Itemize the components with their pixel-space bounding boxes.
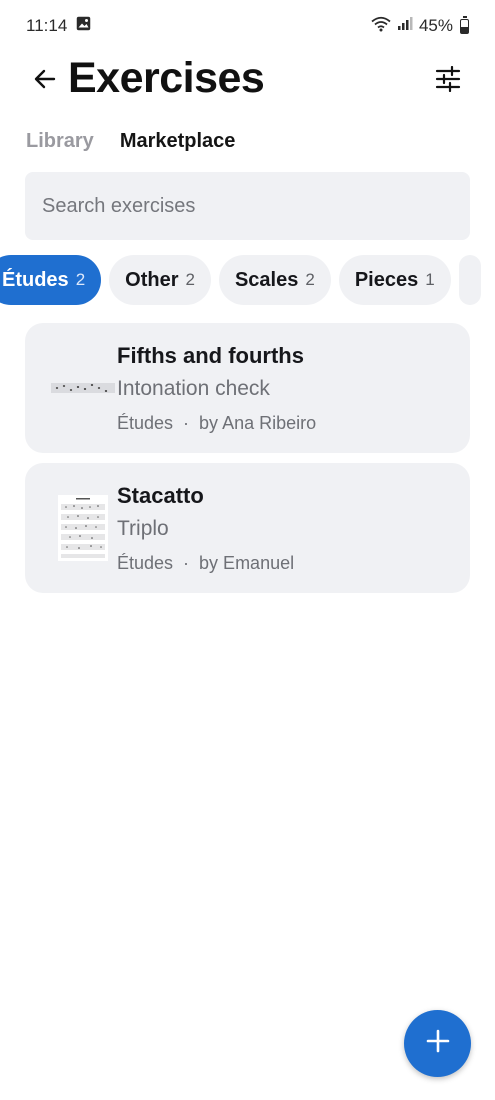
- exercise-category: Études: [117, 553, 174, 573]
- chips-track: Études 2 Other 2 Scales 2 Pieces 1: [0, 255, 481, 305]
- exercise-card[interactable]: Fifths and fourths Intonation check Étud…: [25, 323, 470, 453]
- app-header: Exercises: [0, 52, 495, 112]
- exercise-author: by Emanuel: [199, 553, 295, 573]
- search-input[interactable]: [42, 194, 453, 218]
- category-chips: Études 2 Other 2 Scales 2 Pieces 1: [0, 255, 495, 307]
- battery-icon: [460, 15, 469, 34]
- chip-label: Pieces: [354, 268, 419, 291]
- chip-label: Other: [125, 268, 179, 291]
- exercise-meta: Études · by Emanuel: [117, 553, 294, 574]
- chip-label: Études: [2, 268, 69, 291]
- exercise-card[interactable]: Stacatto Triplo Études · by Emanuel: [25, 463, 470, 593]
- chip-scales[interactable]: Scales 2: [218, 255, 331, 305]
- chip-etudes[interactable]: Études 2: [0, 255, 102, 305]
- search-box[interactable]: [25, 172, 470, 240]
- chip-pieces[interactable]: Pieces 1: [338, 255, 451, 305]
- chip-count: 2: [305, 270, 315, 289]
- chip-count: 2: [185, 270, 195, 289]
- status-right: 45%: [371, 15, 469, 37]
- exercise-subtitle: Intonation check: [117, 377, 270, 400]
- signal-icon: [397, 16, 413, 36]
- status-time: 11:14: [26, 16, 68, 35]
- meta-separator: ·: [183, 413, 190, 433]
- chip-label: Scales: [234, 268, 299, 291]
- chip-partial[interactable]: [458, 255, 481, 305]
- filter-button[interactable]: [429, 62, 467, 100]
- exercise-subtitle: Triplo: [117, 517, 169, 540]
- chip-count: 2: [75, 270, 86, 289]
- segment-tabs: Library Marketplace: [26, 130, 235, 153]
- add-exercise-button[interactable]: [404, 1010, 471, 1077]
- meta-separator: ·: [183, 553, 190, 573]
- exercise-title: Fifths and fourths: [117, 343, 304, 368]
- wifi-icon: [371, 16, 391, 37]
- arrow-left-icon: [34, 69, 56, 94]
- exercise-meta: Études · by Ana Ribeiro: [117, 413, 316, 434]
- exercise-author: by Ana Ribeiro: [199, 413, 317, 433]
- gallery-notification-icon: [76, 16, 91, 36]
- chip-other[interactable]: Other 2: [109, 255, 211, 305]
- status-left: 11:14: [26, 16, 91, 36]
- plus-icon: [426, 1029, 450, 1058]
- back-button[interactable]: [28, 64, 62, 98]
- tab-marketplace[interactable]: Marketplace: [120, 130, 236, 153]
- sliders-icon: [435, 65, 461, 97]
- page-title: Exercises: [68, 54, 265, 102]
- status-bar: 11:14 45%: [0, 0, 495, 52]
- exercise-title: Stacatto: [117, 483, 204, 508]
- sheet-music-page-thumbnail: [43, 493, 123, 563]
- tab-library[interactable]: Library: [26, 130, 94, 153]
- exercise-category: Études: [117, 413, 174, 433]
- battery-percent: 45%: [418, 16, 453, 35]
- chip-count: 1: [425, 270, 435, 289]
- sheet-music-single-line-thumbnail: [43, 353, 123, 423]
